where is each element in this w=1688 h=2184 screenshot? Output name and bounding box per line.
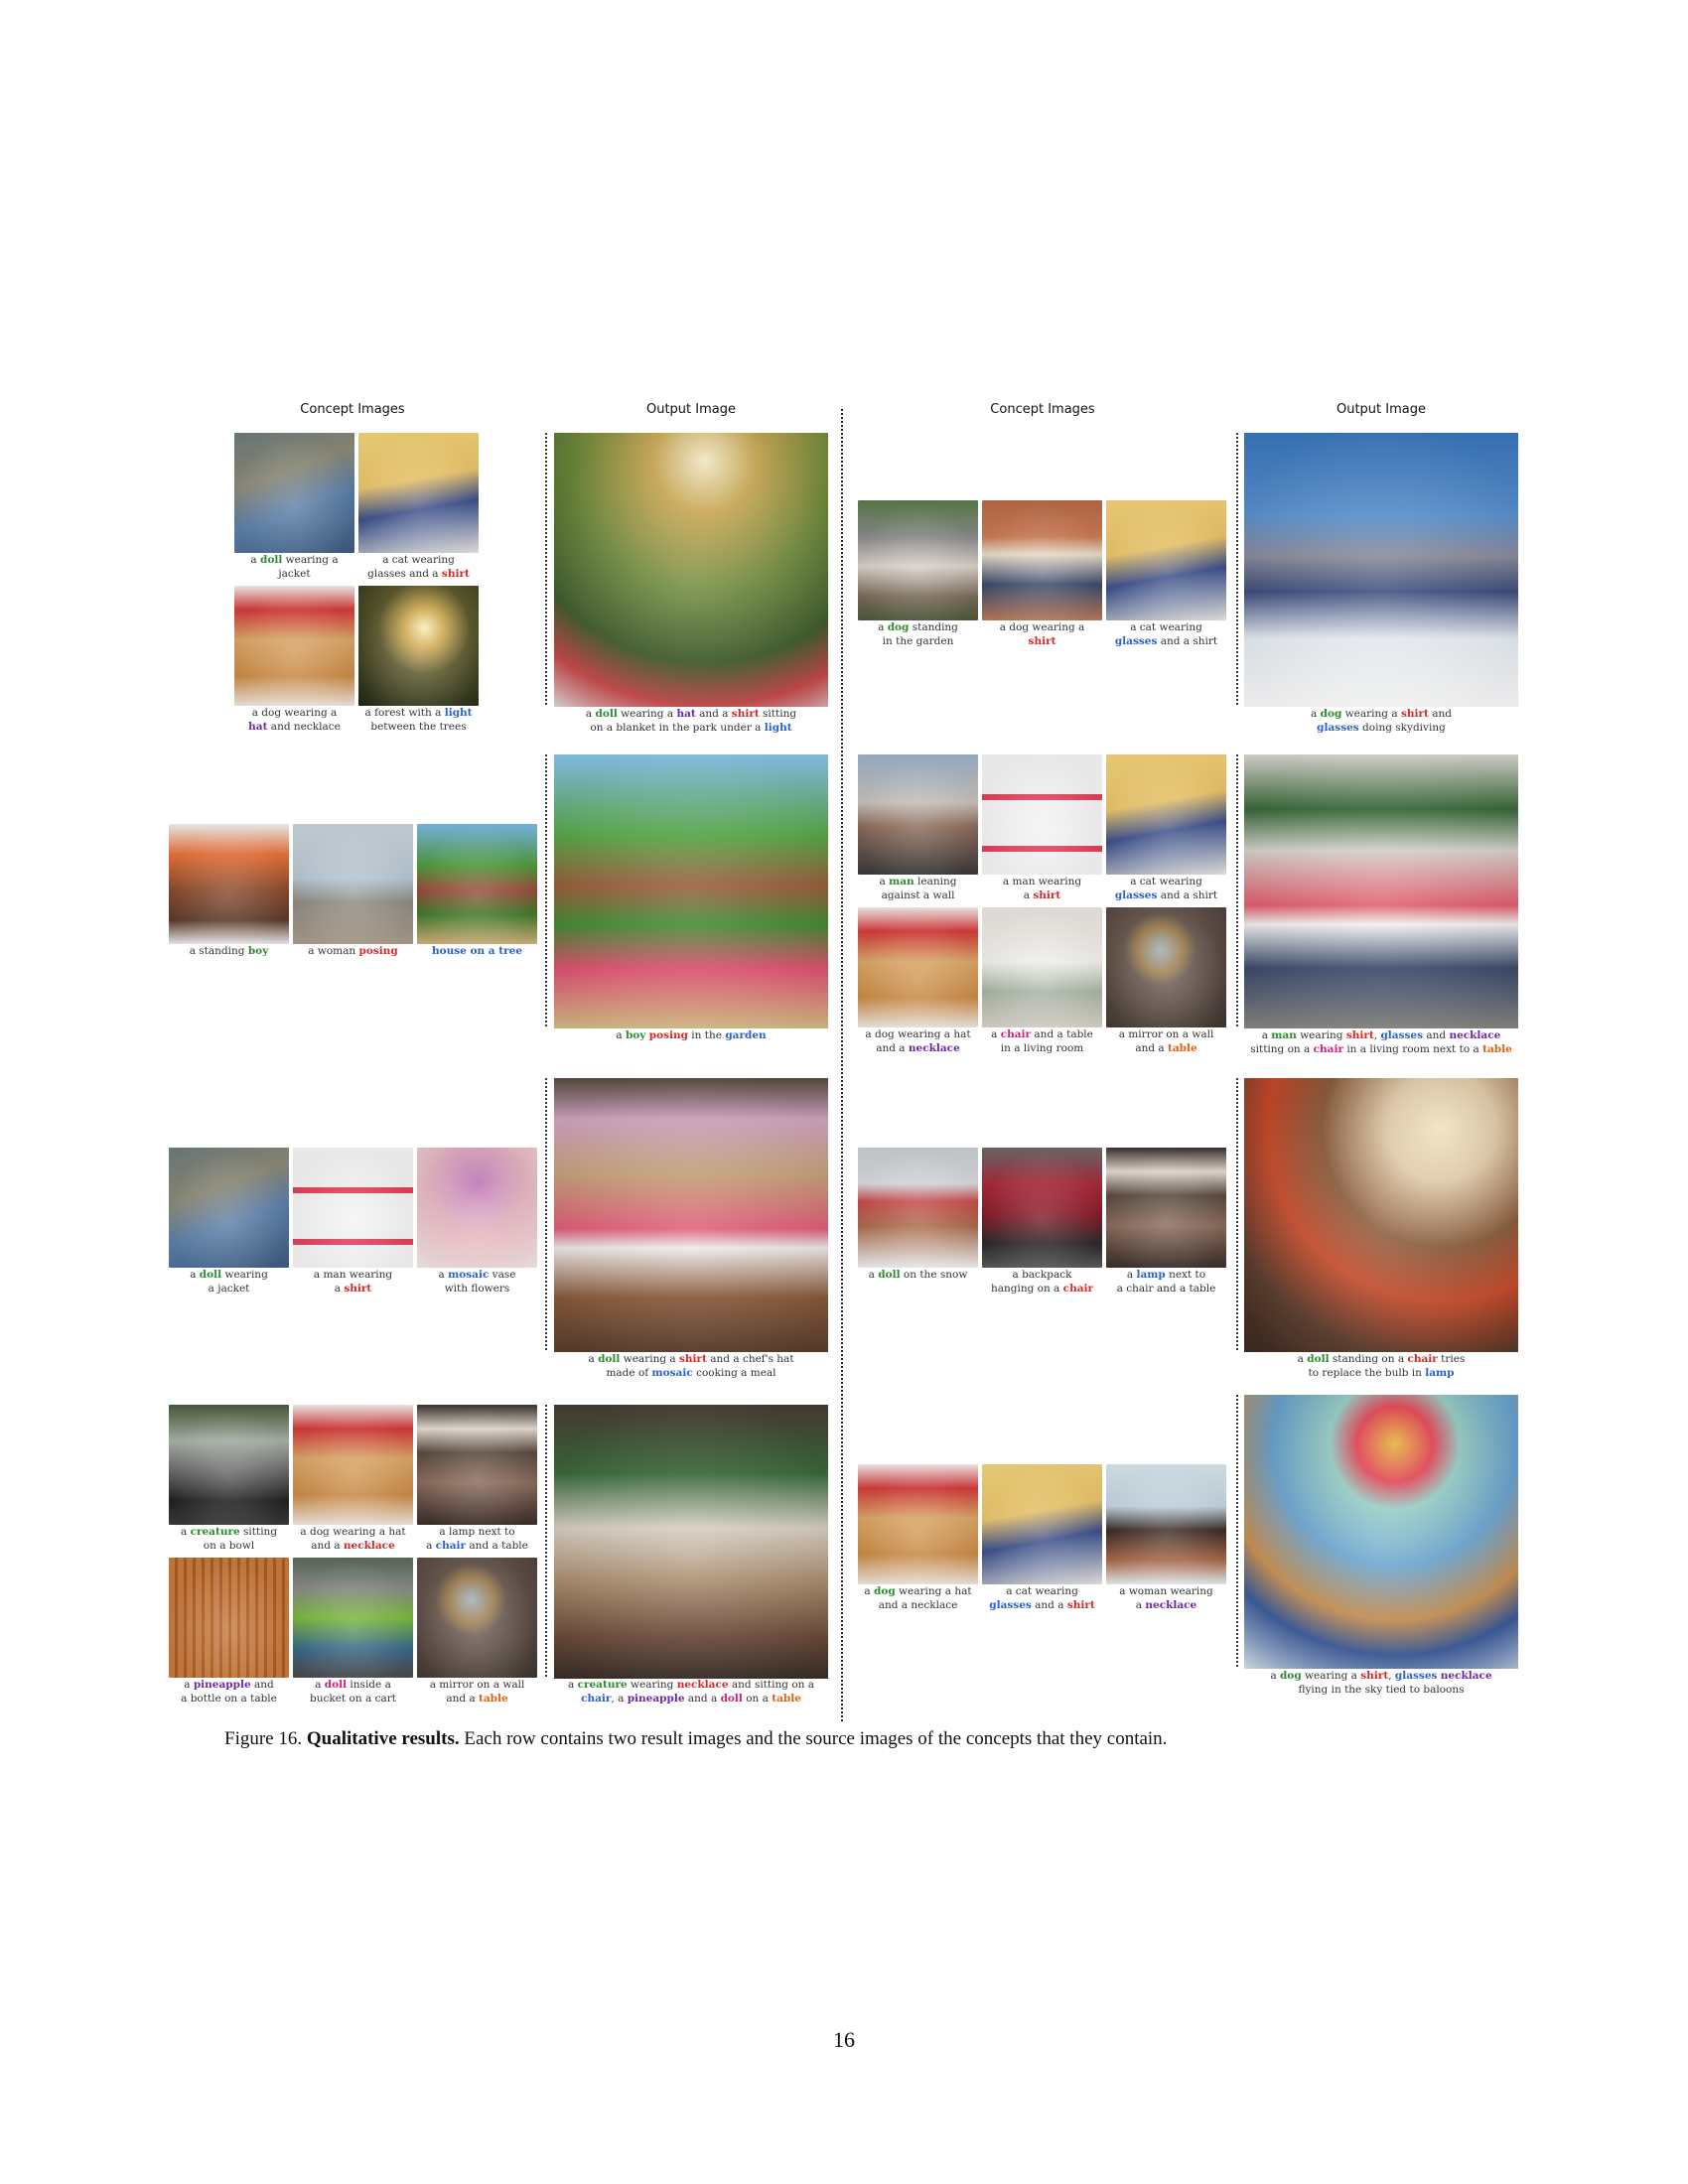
concept-image-cat-glasses-3 [1106, 754, 1226, 875]
caption-r1a: a dog standing in the garden [878, 621, 958, 647]
caption-l2c: house on a tree [431, 945, 522, 957]
divider-row2-right [1236, 754, 1238, 1026]
figure-text: Each row contains two result images and … [464, 1728, 1168, 1749]
divider-row4-left [545, 1405, 547, 1677]
caption-l3out: a doll wearing a shirt and a chef's hat m… [588, 1353, 794, 1379]
divider-row2-left [545, 754, 547, 1026]
caption-r2c: a cat wearing glasses and a shirt [1114, 876, 1218, 901]
header-concept-left: Concept Images [300, 402, 405, 417]
concept-image-treehouse [417, 824, 537, 944]
concept-image-dog-hat [234, 586, 354, 706]
concept-image-doll-jacket [234, 433, 354, 553]
caption-r2e: a chair and a table in a living room [991, 1028, 1093, 1054]
caption-l2a: a standing boy [189, 945, 269, 957]
page-number: 16 [833, 2027, 855, 2052]
caption-l1out: a doll wearing a hat and a shirt sitting… [585, 708, 797, 734]
concept-image-mirror-table [417, 1558, 537, 1678]
caption-r1out: a dog wearing a shirt and glasses doing s… [1311, 708, 1452, 734]
caption-l4c: a lamp next to a chair and a table [426, 1526, 528, 1552]
caption-l3b: a man wearing a shirt [313, 1269, 393, 1295]
concept-image-man-shirt-2 [982, 754, 1102, 875]
concept-image-woman-necklace [1106, 1464, 1226, 1584]
caption-l1b: a cat wearing glasses and a shirt [367, 554, 470, 580]
caption-r3c: a lamp next to a chair and a table [1116, 1269, 1216, 1295]
output-image-doll-chef [554, 1078, 828, 1352]
concept-image-backpack-chair [982, 1148, 1102, 1268]
caption-l3a: a doll wearing a jacket [190, 1269, 268, 1295]
concept-image-doll-snow [858, 1148, 978, 1268]
caption-r4out: a dog wearing a shirt, glasses necklace f… [1270, 1670, 1492, 1696]
concept-image-living-room [982, 907, 1102, 1027]
center-divider [841, 409, 843, 1721]
caption-r2out: a man wearing shirt, glasses and necklac… [1250, 1029, 1512, 1055]
concept-image-woman-posing [293, 824, 413, 944]
figure-caption: Figure 16. Qualitative results. Each row… [224, 1728, 1476, 1750]
divider-row1-right [1236, 433, 1238, 705]
concept-image-mosaic-vase [417, 1148, 537, 1268]
caption-r4c: a woman wearing a necklace [1119, 1585, 1213, 1611]
caption-l4a: a creature sitting on a bowl [180, 1526, 278, 1552]
concept-image-doll-bucket [293, 1558, 413, 1678]
output-image-man-living-room [1244, 754, 1518, 1028]
divider-row3-left [545, 1078, 547, 1350]
concept-image-pineapple [169, 1558, 289, 1678]
caption-l3c: a mosaic vase with flowers [438, 1269, 516, 1295]
figure-title: Qualitative results. [306, 1728, 460, 1749]
concept-image-dog-hat-3 [858, 1464, 978, 1584]
caption-r3a: a doll on the snow [868, 1269, 968, 1281]
concept-image-dog-shirt [982, 500, 1102, 620]
caption-r2b: a man wearing a shirt [1002, 876, 1082, 901]
output-image-creature-chair [554, 1405, 828, 1679]
caption-l4b: a dog wearing a hat and a necklace [300, 1526, 406, 1552]
concept-image-lamp-chair-2 [1106, 1148, 1226, 1268]
output-image-doll-picnic [554, 433, 828, 707]
caption-r1c: a cat wearing glasses and a shirt [1114, 621, 1218, 647]
output-image-dog-skydiving [1244, 433, 1518, 707]
header-output-right: Output Image [1336, 402, 1426, 417]
concept-image-cat-glasses-4 [982, 1464, 1102, 1584]
header-output-left: Output Image [645, 402, 736, 417]
caption-l4d: a pineapple and a bottle on a table [181, 1679, 277, 1705]
caption-r4b: a cat wearing glasses and a shirt [989, 1585, 1095, 1611]
divider-row4-right [1236, 1395, 1238, 1667]
concept-image-doll-jacket-2 [169, 1148, 289, 1268]
caption-r3b: a backpack hanging on a chair [990, 1269, 1094, 1295]
concept-image-man-shirt [293, 1148, 413, 1268]
output-image-doll-lamp [1244, 1078, 1518, 1352]
caption-r3out: a doll standing on a chair tries to repla… [1297, 1353, 1466, 1379]
caption-l2out: a boy posing in the garden [616, 1029, 767, 1041]
header-concept-right: Concept Images [990, 402, 1095, 417]
concept-image-cat-glasses-2 [1106, 500, 1226, 620]
caption-l1a: a doll wearing a jacket [250, 554, 339, 580]
divider-row3-right [1236, 1078, 1238, 1350]
divider-row1-left [545, 433, 547, 705]
caption-r2a: a man leaning against a wall [879, 876, 957, 901]
figure-label: Figure 16. [224, 1728, 303, 1749]
caption-r2d: a dog wearing a hat and a necklace [865, 1028, 971, 1054]
concept-image-cat-glasses [358, 433, 479, 553]
concept-image-dog-hat-2 [858, 907, 978, 1027]
caption-r1b: a dog wearing a shirt [999, 621, 1085, 647]
caption-l4f: a mirror on a wall and a table [429, 1679, 525, 1705]
concept-image-husky-garden [858, 500, 978, 620]
caption-l1d: a forest with a light between the trees [364, 707, 473, 733]
output-image-dog-balloons [1244, 1395, 1518, 1669]
concept-image-forest-light [358, 586, 479, 706]
caption-l4e: a doll inside a bucket on a cart [310, 1679, 396, 1705]
output-image-boy-garden [554, 754, 828, 1028]
caption-l1c: a dog wearing a hat and necklace [248, 707, 341, 733]
caption-l2b: a woman posing [308, 945, 398, 957]
caption-l4out: a creature wearing necklace and sitting … [567, 1679, 815, 1705]
concept-image-dog-necklace [293, 1405, 413, 1525]
concept-image-creature-bowl [169, 1405, 289, 1525]
caption-r2f: a mirror on a wall and a table [1118, 1028, 1214, 1054]
caption-r4a: a dog wearing a hat and a necklace [864, 1585, 972, 1611]
concept-image-mirror-table-2 [1106, 907, 1226, 1027]
concept-image-lamp-chair [417, 1405, 537, 1525]
concept-image-man-wall [858, 754, 978, 875]
concept-image-standing-boy [169, 824, 289, 944]
